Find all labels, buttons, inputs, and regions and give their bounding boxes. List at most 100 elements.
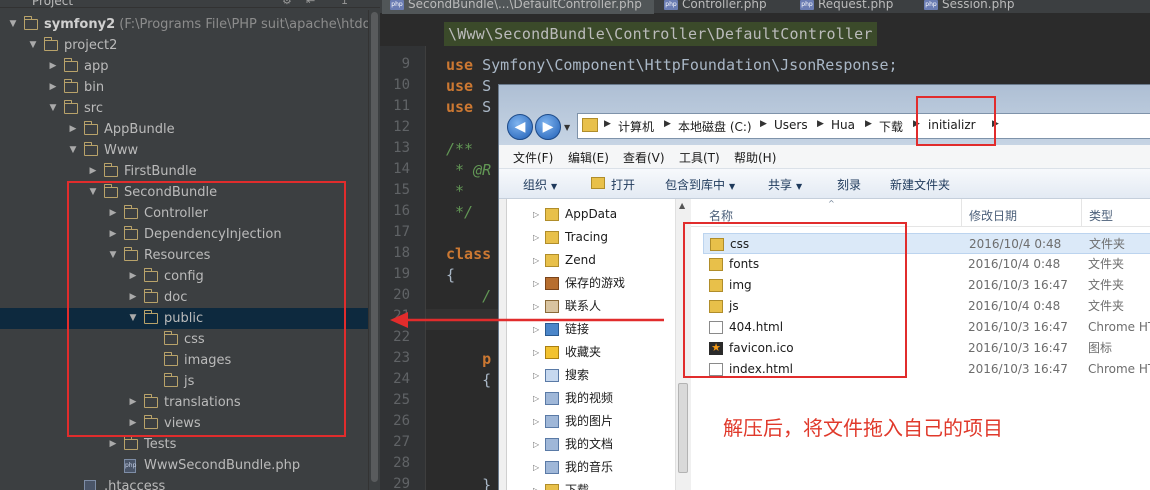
file-type: 文件夹 (1089, 237, 1126, 251)
chevron-down-icon[interactable]: ▼ (48, 98, 58, 119)
share-button[interactable]: 共享 ▼ (768, 176, 802, 193)
nav-item[interactable]: ▷ 下载 (507, 479, 688, 490)
include-in-library-button[interactable]: 包含到库中 ▼ (665, 176, 735, 193)
chevron-right-icon[interactable]: ▷ (533, 364, 539, 387)
address-crumb-users[interactable]: Users (774, 118, 808, 132)
code-line[interactable]: { (446, 266, 455, 284)
tree-row-src[interactable]: ▼ src (0, 98, 368, 119)
menu-help[interactable]: 帮助(H) (734, 149, 776, 166)
code-line[interactable]: use S (446, 98, 491, 116)
code-line[interactable]: class (446, 245, 491, 263)
code-line[interactable]: p (446, 350, 491, 368)
nav-item[interactable]: ▷ Zend (507, 249, 688, 272)
code-comment: * (446, 182, 465, 200)
scrollbar-thumb[interactable] (678, 383, 688, 473)
chevron-right-icon[interactable]: ▷ (533, 433, 539, 456)
tree-row-htaccess[interactable]: .htaccess (0, 476, 368, 490)
scroll-up-icon[interactable]: ▲ (679, 201, 685, 210)
chevron-right-icon[interactable]: ▷ (533, 479, 539, 490)
chevron-right-icon[interactable]: ▷ (533, 272, 539, 295)
nav-item[interactable]: ▷ 搜索 (507, 364, 688, 387)
nav-item[interactable]: ▷ 收藏夹 (507, 341, 688, 364)
project-panel-scrollbar[interactable] (368, 10, 380, 490)
open-button[interactable]: 打开 (611, 176, 635, 193)
code-line[interactable]: * (446, 182, 464, 200)
tree-row-label: app (84, 59, 109, 74)
chevron-right-icon[interactable]: ▷ (533, 387, 539, 410)
menu-file[interactable]: 文件(F) (513, 149, 553, 166)
code-line[interactable]: /** (446, 140, 473, 158)
chevron-right-icon[interactable]: ▷ (533, 226, 539, 249)
chevron-right-icon[interactable]: ▶ (817, 119, 824, 129)
chevron-right-icon[interactable]: ▷ (533, 203, 539, 226)
column-type[interactable]: 类型 (1089, 207, 1113, 224)
nav-item[interactable]: ▷ 我的图片 (507, 410, 688, 433)
code-line[interactable]: */ (446, 203, 473, 221)
tree-row-appbundle[interactable]: ▶ AppBundle (0, 119, 368, 140)
editor-tab[interactable]: php Request.php (792, 0, 905, 14)
tree-row-firstbundle[interactable]: ▶ FirstBundle (0, 161, 368, 182)
column-modified[interactable]: 修改日期 (969, 207, 1017, 224)
chevron-down-icon[interactable]: ▼ (8, 14, 18, 35)
organize-button[interactable]: 组织 ▼ (523, 176, 557, 193)
nav-item[interactable]: ▷ 我的视频 (507, 387, 688, 410)
address-crumb-computer[interactable]: 计算机 (618, 118, 654, 135)
forward-button[interactable]: ▶ (535, 114, 561, 140)
chevron-right-icon[interactable]: ▶ (664, 119, 671, 129)
nav-item[interactable]: ▷ 我的文档 (507, 433, 688, 456)
menu-view[interactable]: 查看(V) (623, 149, 665, 166)
editor-tab[interactable]: php Controller.php (656, 0, 779, 14)
burn-button[interactable]: 刻录 (837, 176, 861, 193)
address-crumb-hua[interactable]: Hua (831, 118, 855, 132)
nav-item[interactable]: ▷ AppData (507, 203, 688, 226)
tree-row-tests[interactable]: ▶ Tests (0, 434, 368, 455)
address-crumb-downloads[interactable]: 下载 (879, 118, 903, 135)
chevron-down-icon[interactable]: ▼ (28, 35, 38, 56)
code-keyword: use (446, 56, 483, 74)
code-line[interactable]: use Symfony\Component\HttpFoundation\Jso… (446, 56, 898, 74)
chevron-down-icon[interactable]: ▼ (68, 140, 78, 161)
code-line[interactable]: * @R (446, 161, 491, 179)
namespace-breadcrumb[interactable]: \Www\SecondBundle\Controller\DefaultCont… (444, 22, 877, 46)
chevron-right-icon[interactable]: ▶ (760, 119, 767, 129)
nav-item[interactable]: ▷ 我的音乐 (507, 456, 688, 479)
editor-tab[interactable]: php SecondBundle\...\DefaultController.ph… (382, 0, 654, 14)
editor-tab[interactable]: php Session.php (916, 0, 1026, 14)
code-line[interactable]: / (446, 287, 491, 305)
code-line[interactable]: { (446, 371, 491, 389)
chevron-right-icon[interactable]: ▷ (533, 341, 539, 364)
column-divider[interactable] (961, 199, 962, 227)
address-bar[interactable]: ▶ 计算机 ▶ 本地磁盘 (C:) ▶ Users ▶ Hua ▶ 下载 ▶ i… (577, 113, 1150, 139)
code-line[interactable]: } (446, 476, 491, 490)
address-crumb-drive[interactable]: 本地磁盘 (C:) (678, 118, 752, 135)
chevron-right-icon[interactable]: ▶ (88, 161, 98, 182)
nav-item[interactable]: ▷ 保存的游戏 (507, 272, 688, 295)
scrollbar-thumb[interactable] (371, 12, 378, 482)
chevron-right-icon[interactable]: ▶ (48, 77, 58, 98)
tree-row-app[interactable]: ▶ app (0, 56, 368, 77)
chevron-right-icon[interactable]: ▶ (604, 119, 611, 129)
tree-row-bin[interactable]: ▶ bin (0, 77, 368, 98)
settings-gear-icon[interactable]: ⚙ (282, 0, 292, 7)
tree-row-www[interactable]: ▼ Www (0, 140, 368, 161)
chevron-right-icon[interactable]: ▶ (48, 56, 58, 77)
column-divider[interactable] (1081, 199, 1082, 227)
nav-item[interactable]: ▷ Tracing (507, 226, 688, 249)
chevron-right-icon[interactable]: ▷ (533, 410, 539, 433)
tree-row-project2[interactable]: ▼ project2 (0, 35, 368, 56)
menu-edit[interactable]: 编辑(E) (568, 149, 609, 166)
chevron-right-icon[interactable]: ▷ (533, 249, 539, 272)
back-button[interactable]: ◀ (507, 114, 533, 140)
tree-row-symfony2[interactable]: ▼ symfony2 (F:\Programs File\PHP suit\apa… (0, 14, 380, 35)
code-line[interactable]: use S (446, 77, 491, 95)
tree-row-wwwsecondbundle-php[interactable]: php WwwSecondBundle.php (0, 455, 368, 476)
chevron-right-icon[interactable]: ▶ (108, 434, 118, 455)
new-folder-button[interactable]: 新建文件夹 (890, 176, 950, 193)
collapse-icon[interactable]: ⇤ (306, 0, 315, 7)
hide-panel-icon[interactable]: ↥ (340, 0, 349, 7)
menu-tools[interactable]: 工具(T) (679, 149, 720, 166)
recent-pages-dropdown-icon[interactable]: ▼ (564, 123, 574, 133)
chevron-right-icon[interactable]: ▶ (68, 119, 78, 140)
chevron-right-icon[interactable]: ▶ (865, 119, 872, 129)
chevron-right-icon[interactable]: ▷ (533, 456, 539, 479)
